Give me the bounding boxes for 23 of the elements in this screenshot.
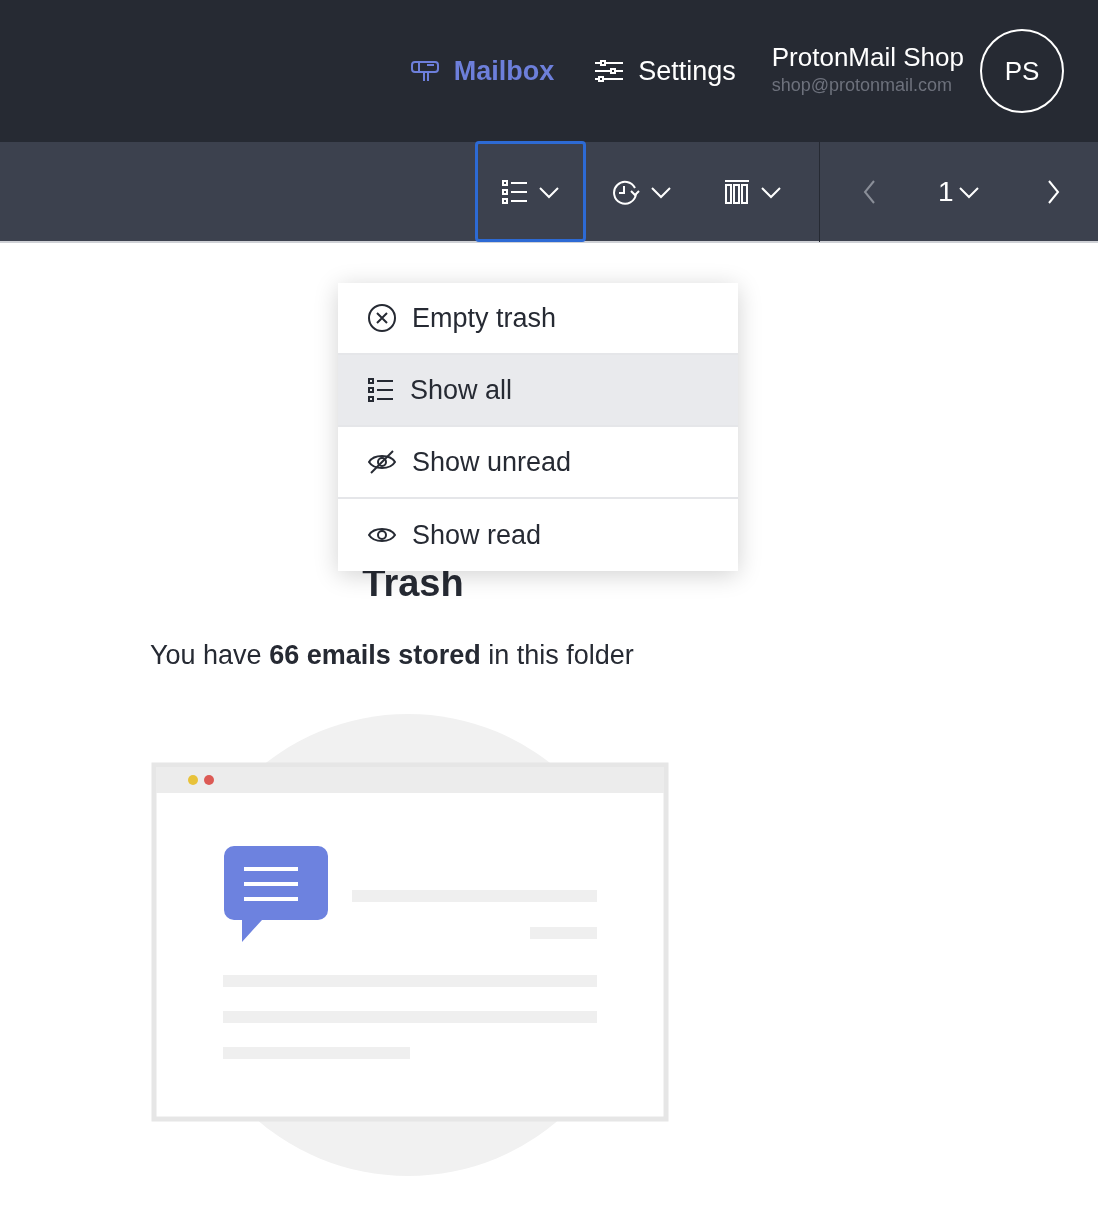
columns-icon	[724, 178, 751, 205]
empty-state-message: You have 66 emails stored in this folder	[150, 639, 634, 672]
user-avatar[interactable]: PS	[980, 29, 1064, 113]
eye-icon	[368, 525, 396, 545]
list-icon	[501, 178, 528, 205]
chevron-right-icon	[1046, 178, 1060, 205]
menu-item[interactable]: Show read	[338, 499, 738, 571]
nav-link[interactable]: Settings	[582, 50, 748, 92]
list-icon	[368, 377, 394, 403]
clock-icon	[611, 178, 640, 205]
mailbox-icon	[409, 59, 440, 83]
user-name: ProtonMail Shop	[771, 43, 964, 72]
menu-item[interactable]: Empty trash	[338, 283, 738, 355]
user-email: shop@protonmail.com	[771, 73, 953, 97]
menu-item[interactable]: Show all	[338, 355, 738, 427]
menu-item[interactable]: Show unread	[338, 427, 738, 499]
sliders-icon	[594, 60, 625, 82]
chevron-left-icon	[863, 178, 876, 205]
circle-x-icon	[368, 304, 396, 332]
eye-off-icon	[368, 450, 396, 474]
page-select[interactable]: 1	[909, 141, 1009, 242]
toolbar-dropdown-button[interactable]	[474, 141, 587, 242]
nav-link[interactable]: Mailbox	[397, 50, 567, 92]
